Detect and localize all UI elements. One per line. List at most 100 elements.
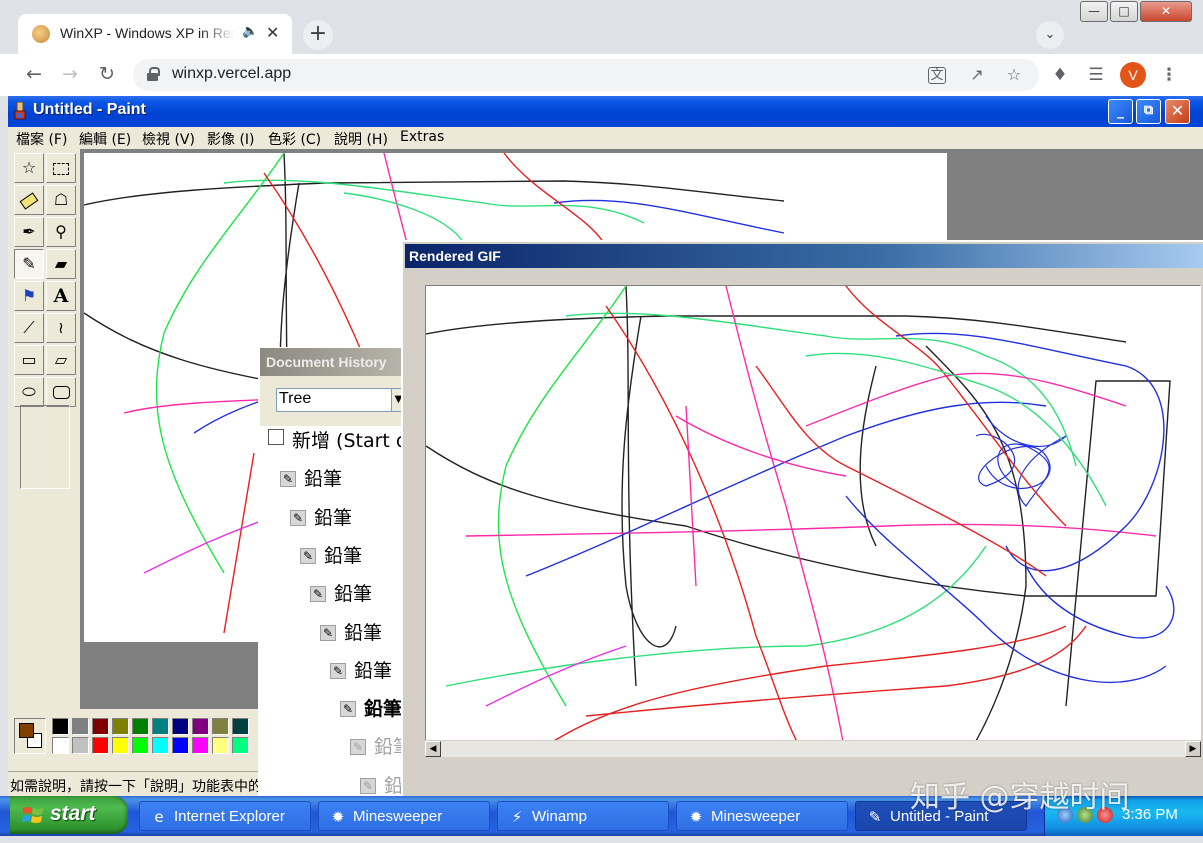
palette-color-swatch[interactable] (52, 718, 69, 735)
rendered-gif-hscrollbar[interactable]: ◀ ▶ (425, 740, 1201, 757)
history-tree-item[interactable]: ✎鉛筆 (330, 656, 392, 686)
url-text[interactable]: winxp.vercel.app (172, 65, 291, 83)
eraser-icon[interactable] (14, 185, 44, 215)
line-icon[interactable]: ⟋ (14, 313, 44, 343)
palette-color-swatch[interactable] (172, 718, 189, 735)
extensions-puzzle-icon[interactable]: ♦ (1048, 63, 1072, 87)
history-item-label: 鉛筆 (344, 621, 383, 644)
menu-image[interactable]: 影像 (I) (207, 129, 255, 149)
document-history-title: Document History (266, 354, 387, 370)
menu-colors[interactable]: 色彩 (C) (268, 129, 321, 149)
menu-extras[interactable]: Extras (400, 129, 444, 145)
menu-file[interactable]: 檔案 (F) (16, 129, 67, 149)
palette-color-swatch[interactable] (132, 718, 149, 735)
menu-help[interactable]: 說明 (H) (334, 129, 388, 149)
history-item-label: 鉛筆 (354, 659, 393, 682)
bookmark-star-icon[interactable]: ☆ (1003, 64, 1025, 86)
palette-color-swatch[interactable] (152, 737, 169, 754)
pencil-icon[interactable]: ✎ (14, 249, 44, 279)
paint-restore-button[interactable]: ⧉ (1136, 99, 1161, 124)
profile-avatar[interactable]: V (1120, 62, 1146, 88)
rect-select-icon[interactable] (46, 153, 76, 183)
free-select-icon[interactable]: ☆ (14, 153, 44, 183)
airbrush-icon[interactable]: ⚑ (14, 281, 44, 311)
paint-close-button[interactable]: ✕ (1165, 99, 1190, 124)
taskbar-button[interactable]: ✹ Minesweeper (676, 801, 848, 831)
browser-maximize-button[interactable]: □ (1110, 1, 1138, 22)
speaker-icon[interactable]: 🔈 (242, 24, 258, 39)
winamp-icon: ⚡ (511, 808, 523, 826)
palette-color-swatch[interactable] (212, 737, 229, 754)
color-picker-icon[interactable]: ✒ (14, 217, 44, 247)
rendered-gif-titlebar[interactable]: Rendered GIF (405, 244, 1203, 268)
tool-options-box[interactable] (20, 405, 70, 489)
palette-color-swatch[interactable] (192, 718, 209, 735)
new-tab-button[interactable]: + (303, 20, 333, 50)
palette-color-swatch[interactable] (232, 718, 249, 735)
paint-titlebar[interactable]: Untitled - Paint _ ⧉ ✕ (8, 96, 1203, 127)
document-history-titlebar[interactable]: Document History (260, 348, 408, 376)
paint-minimize-button[interactable]: _ (1108, 99, 1133, 124)
current-colors[interactable] (14, 718, 46, 754)
share-icon[interactable]: ↗ (966, 64, 988, 86)
pencil-icon: ✎ (310, 586, 326, 603)
text-tool-icon[interactable]: A (46, 281, 76, 311)
fill-bucket-icon[interactable]: ☖ (46, 185, 76, 215)
tab-search-chevron-icon[interactable]: ⌄ (1036, 21, 1064, 49)
address-bar[interactable]: winxp.vercel.app 文 ↗ ☆ (133, 59, 1039, 91)
history-view-select[interactable]: Tree ▼ (276, 388, 406, 412)
media-queue-icon[interactable]: ☰ (1084, 63, 1108, 87)
minesweeper-icon: ✹ (331, 808, 345, 826)
tab-close-icon[interactable]: ✕ (266, 23, 279, 42)
palette-color-swatch[interactable] (192, 737, 209, 754)
taskbar-button[interactable]: e Internet Explorer (139, 801, 311, 831)
history-tree-item[interactable]: ✎鉛筆 (340, 694, 402, 724)
foreground-color-swatch[interactable] (19, 723, 34, 738)
curve-icon[interactable]: ≀ (46, 313, 76, 343)
forward-arrow-icon[interactable]: → (57, 62, 83, 88)
brush-icon[interactable]: ▰ (46, 249, 76, 279)
palette-color-swatch[interactable] (112, 737, 129, 754)
scroll-left-arrow-icon[interactable]: ◀ (425, 741, 441, 757)
palette-color-swatch[interactable] (172, 737, 189, 754)
minesweeper-icon: ✹ (689, 808, 703, 826)
lock-icon[interactable] (147, 67, 160, 81)
history-tree-item[interactable]: ✎鉛筆 (300, 541, 362, 571)
start-button[interactable]: start (10, 796, 128, 834)
polygon-icon[interactable]: ▱ (46, 345, 76, 375)
taskbar-button-label: Internet Explorer (174, 808, 285, 825)
back-arrow-icon[interactable]: ← (21, 62, 47, 88)
palette-color-swatch[interactable] (72, 718, 89, 735)
magnifier-icon[interactable]: ⚲ (46, 217, 76, 247)
taskbar-button[interactable]: ⚡ Winamp (497, 801, 669, 831)
palette-color-swatch[interactable] (92, 737, 109, 754)
taskbar-button[interactable]: ✹ Minesweeper (318, 801, 490, 831)
rounded-rect-icon[interactable] (46, 377, 76, 407)
palette-color-swatch[interactable] (72, 737, 89, 754)
windows-logo-icon (22, 807, 43, 823)
palette-color-swatch[interactable] (132, 737, 149, 754)
ellipse-icon[interactable]: ⬭ (14, 377, 44, 407)
browser-minimize-button[interactable]: — (1080, 1, 1108, 22)
palette-color-swatch[interactable] (152, 718, 169, 735)
menu-view[interactable]: 檢視 (V) (142, 129, 195, 149)
palette-color-swatch[interactable] (112, 718, 129, 735)
palette-color-swatch[interactable] (232, 737, 249, 754)
history-tree-item[interactable]: 新增 (Start o (268, 426, 408, 456)
scroll-right-arrow-icon[interactable]: ▶ (1185, 741, 1201, 757)
palette-color-swatch[interactable] (212, 718, 229, 735)
kebab-menu-icon[interactable]: ⋮ (1157, 63, 1181, 87)
reload-icon[interactable]: ↻ (94, 62, 120, 88)
translate-icon[interactable]: 文 (928, 67, 946, 84)
palette-color-swatch[interactable] (92, 718, 109, 735)
palette-color-swatch[interactable] (52, 737, 69, 754)
history-tree-item[interactable]: ✎鉛筆 (280, 464, 342, 494)
browser-tab[interactable]: WinXP - Windows XP in React 🔈 ✕ (18, 14, 292, 54)
history-tree-item[interactable]: ✎鉛筆 (290, 503, 352, 533)
menu-edit[interactable]: 編輯 (E) (79, 129, 131, 149)
browser-close-button[interactable]: ✕ (1140, 1, 1192, 22)
rectangle-icon[interactable]: ▭ (14, 345, 44, 375)
history-tree-item[interactable]: ✎鉛筆 (350, 732, 408, 762)
history-tree-item[interactable]: ✎鉛筆 (310, 579, 372, 609)
history-tree-item[interactable]: ✎鉛筆 (320, 618, 382, 648)
